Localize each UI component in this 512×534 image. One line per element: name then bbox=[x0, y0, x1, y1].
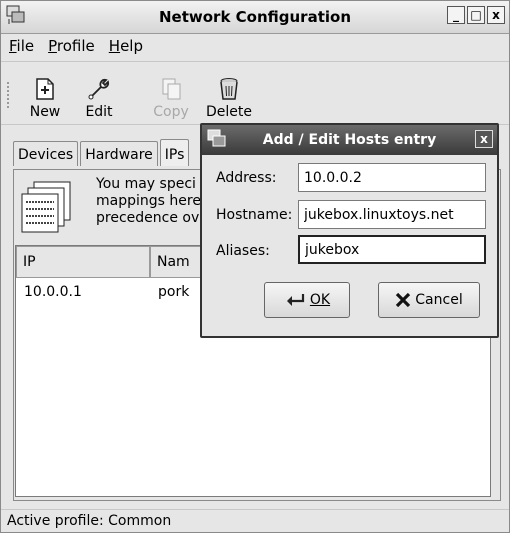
tab-strip: Devices Hardware IPs bbox=[13, 139, 191, 166]
hostname-field[interactable] bbox=[298, 200, 486, 229]
toolbar-grip[interactable] bbox=[7, 82, 13, 108]
menu-profile[interactable]: Profile bbox=[48, 37, 95, 55]
hosts-entry-dialog: Add / Edit Hosts entry x Address: Hostna… bbox=[200, 123, 499, 338]
new-label: New bbox=[29, 104, 61, 120]
menu-file-mnemonic: F bbox=[9, 37, 17, 55]
menu-profile-mnemonic: P bbox=[48, 37, 57, 55]
aliases-field[interactable] bbox=[298, 235, 486, 264]
menu-bar: File Profile Help bbox=[1, 34, 509, 58]
new-icon bbox=[36, 78, 54, 100]
tab-ips[interactable]: IPs bbox=[159, 139, 190, 166]
title-bar[interactable]: Network Configuration _ □ x bbox=[1, 1, 509, 34]
tab-devices[interactable]: Devices bbox=[13, 141, 79, 166]
delete-label: Delete bbox=[206, 104, 252, 120]
hostname-label: Hostname: bbox=[216, 207, 293, 223]
cell-name: pork bbox=[158, 284, 190, 300]
copy-icon bbox=[162, 78, 181, 100]
menu-file[interactable]: File bbox=[9, 37, 34, 55]
toolbar: New Edit Copy Delete bbox=[1, 61, 509, 125]
menu-help[interactable]: Help bbox=[109, 37, 143, 55]
copy-label: Copy bbox=[153, 104, 189, 120]
enter-arrow-icon bbox=[286, 294, 304, 306]
hosts-list-icon bbox=[21, 181, 71, 233]
cancel-label: Cancel bbox=[415, 292, 463, 308]
dialog-close-button[interactable]: x bbox=[475, 130, 493, 148]
column-header-ip[interactable]: IP bbox=[16, 246, 150, 278]
new-button[interactable]: New bbox=[25, 76, 65, 120]
address-field[interactable] bbox=[298, 163, 486, 192]
status-bar: Active profile: Common bbox=[1, 509, 509, 534]
trash-icon bbox=[220, 78, 238, 100]
dialog-title-bar[interactable]: Add / Edit Hosts entry x bbox=[202, 125, 497, 155]
dialog-title: Add / Edit Hosts entry bbox=[262, 132, 437, 148]
table-row[interactable]: 10.0.0.1 pork bbox=[24, 284, 189, 300]
delete-button[interactable]: Delete bbox=[205, 76, 253, 120]
address-label: Address: bbox=[216, 170, 277, 186]
menu-help-mnemonic: H bbox=[108, 37, 121, 55]
cancel-x-icon bbox=[396, 292, 411, 308]
window-title: Network Configuration bbox=[159, 8, 351, 26]
ok-button[interactable]: OK bbox=[264, 282, 350, 318]
close-button[interactable]: x bbox=[487, 6, 505, 24]
maximize-button[interactable]: □ bbox=[467, 6, 485, 24]
ok-label: OK bbox=[309, 292, 331, 308]
copy-button[interactable]: Copy bbox=[151, 76, 191, 120]
tab-hardware[interactable]: Hardware bbox=[80, 141, 158, 166]
edit-label: Edit bbox=[85, 104, 113, 120]
aliases-label: Aliases: bbox=[216, 243, 270, 259]
cell-ip: 10.0.0.1 bbox=[24, 284, 82, 300]
cancel-button[interactable]: Cancel bbox=[378, 282, 480, 318]
edit-button[interactable]: Edit bbox=[81, 76, 117, 120]
minimize-button[interactable]: _ bbox=[447, 6, 465, 24]
wrench-icon bbox=[88, 78, 110, 100]
